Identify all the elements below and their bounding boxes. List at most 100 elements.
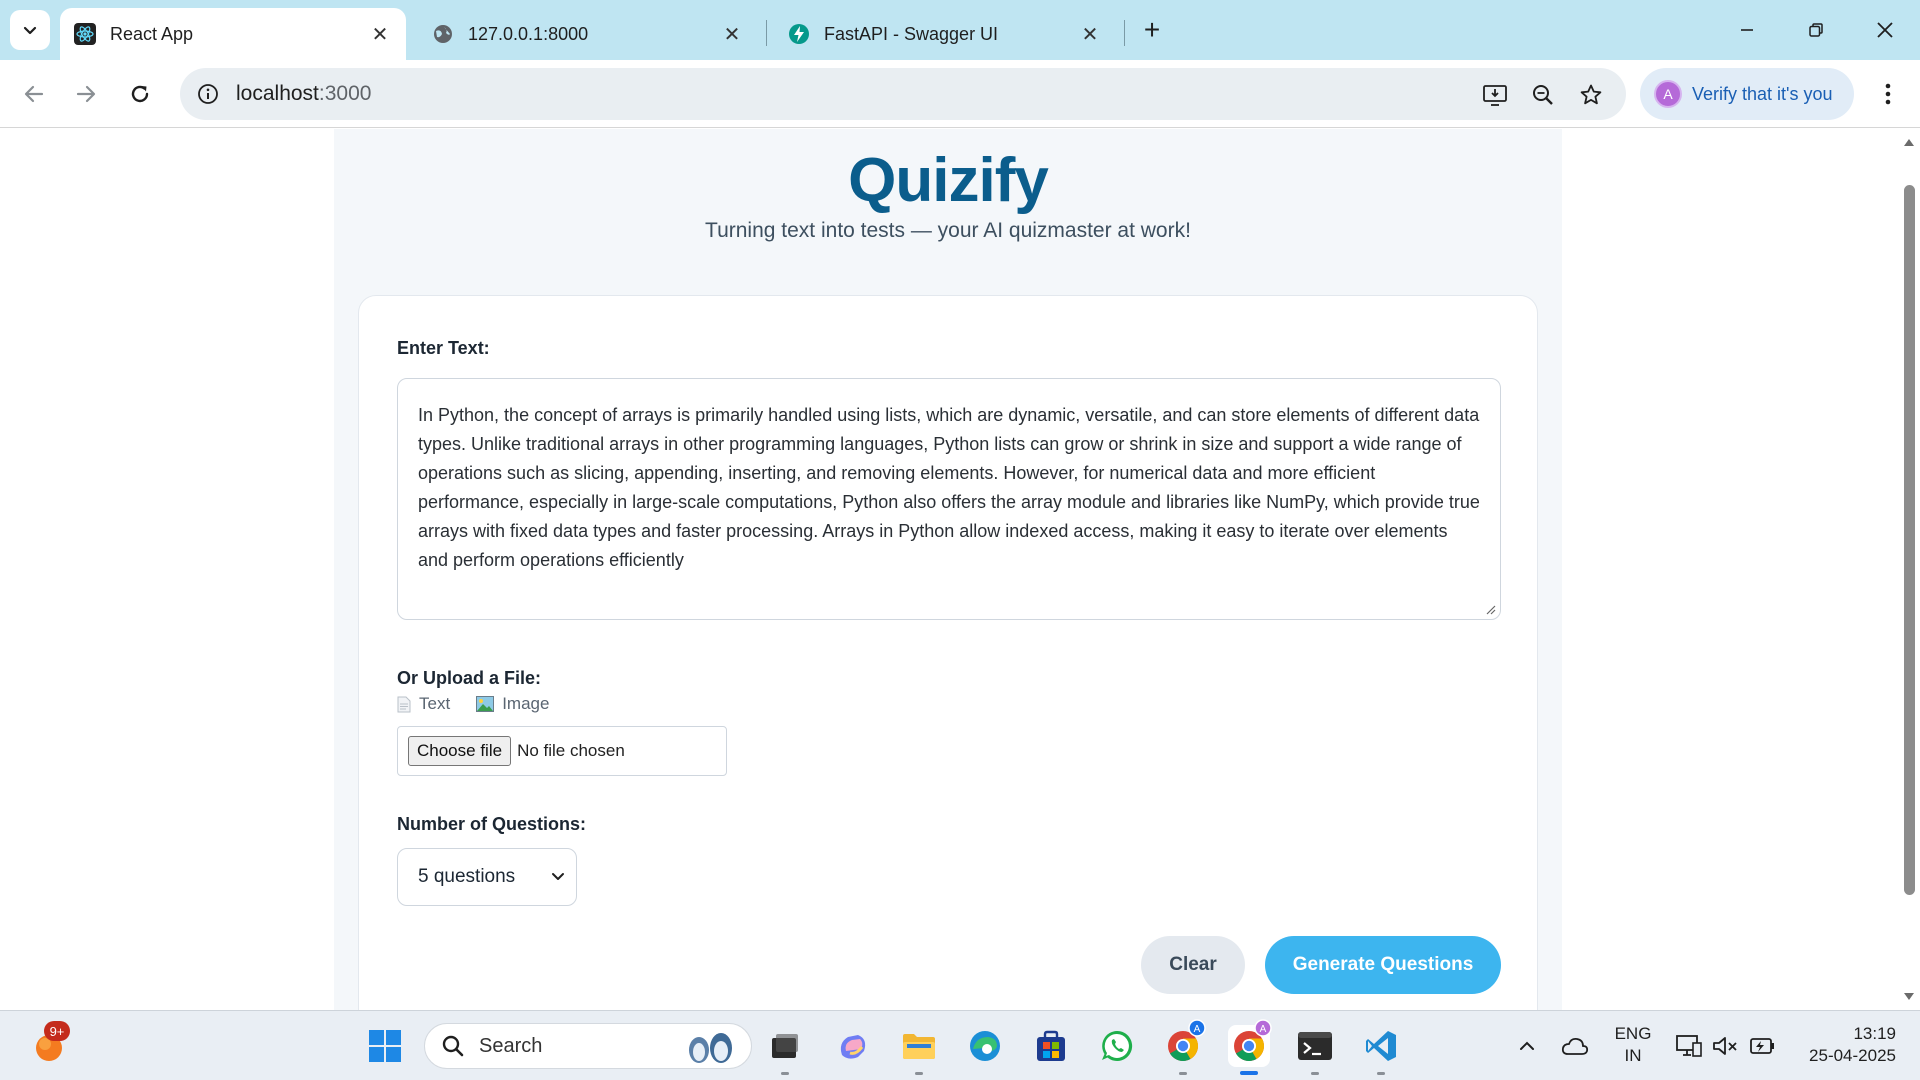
minimize-button[interactable] <box>1724 10 1770 50</box>
whatsapp-icon <box>1102 1030 1133 1061</box>
resize-grip-icon[interactable] <box>1484 603 1496 615</box>
scroll-down-arrow-icon[interactable] <box>1903 992 1915 1002</box>
arrow-right-icon <box>76 85 96 103</box>
tab-search-button[interactable] <box>10 10 50 50</box>
generate-questions-button[interactable]: Generate Questions <box>1265 936 1501 994</box>
back-button[interactable] <box>14 74 54 114</box>
taskbar-task-view[interactable] <box>764 1025 806 1075</box>
close-icon <box>1877 22 1893 38</box>
address-url[interactable]: localhost:3000 <box>236 82 371 106</box>
restore-icon <box>1809 23 1823 37</box>
tab-separator <box>766 20 767 46</box>
question-count-value: 5 questions <box>418 866 516 887</box>
page-scrollbar[interactable] <box>1898 129 1920 1010</box>
battery-charging-icon <box>1750 1038 1774 1054</box>
taskbar-vscode[interactable] <box>1360 1025 1402 1075</box>
upload-type-text: Text <box>397 694 450 714</box>
choose-file-button[interactable]: Choose file <box>408 736 512 766</box>
clock[interactable]: 13:19 25-04-2025 <box>1790 1023 1896 1067</box>
scroll-up-arrow-icon[interactable] <box>1903 137 1915 147</box>
region-code: IN <box>1624 1046 1642 1065</box>
chevron-down-icon <box>23 26 37 35</box>
search-icon <box>442 1035 464 1057</box>
kebab-menu-icon <box>1885 83 1891 105</box>
url-host: localhost <box>236 82 319 105</box>
taskbar-copilot[interactable] <box>832 1025 874 1067</box>
react-favicon-icon <box>74 23 96 45</box>
tab-react-app[interactable]: React App ✕ <box>60 8 406 60</box>
close-tab-icon[interactable]: ✕ <box>1078 22 1102 46</box>
tab-title: 127.0.0.1:8000 <box>468 23 589 44</box>
taskbar-search[interactable]: Search <box>424 1023 752 1069</box>
arrow-left-icon <box>24 85 44 103</box>
tab-swagger-ui[interactable]: FastAPI - Swagger UI ✕ <box>774 8 1116 60</box>
address-bar[interactable]: localhost:3000 <box>180 68 1626 120</box>
tab-localhost-8000[interactable]: 127.0.0.1:8000 ✕ <box>418 8 758 60</box>
file-upload-input[interactable]: Choose file No file chosen <box>397 726 727 776</box>
site-info-icon[interactable] <box>194 80 222 108</box>
taskbar-edge[interactable] <box>964 1025 1006 1067</box>
picture-icon <box>476 696 495 712</box>
tab-separator <box>1124 20 1125 46</box>
document-icon <box>397 696 411 712</box>
cloud-icon <box>1561 1037 1589 1055</box>
reload-button[interactable] <box>120 74 160 114</box>
close-tab-icon[interactable]: ✕ <box>368 22 392 46</box>
upload-label: Or Upload a File: <box>397 668 542 688</box>
upload-type-image: Image <box>476 694 549 714</box>
clock-date: 25-04-2025 <box>1809 1046 1896 1065</box>
app-title: Quizify <box>848 146 1049 215</box>
copilot-icon <box>840 1035 866 1059</box>
app-container: Quizify Turning text into tests — your A… <box>334 129 1562 1010</box>
globe-icon <box>432 23 454 45</box>
new-tab-button[interactable]: + <box>1136 14 1168 46</box>
page-viewport: Quizify Turning text into tests — your A… <box>0 129 1898 1010</box>
browser-tab-strip: React App ✕ 127.0.0.1:8000 ✕ FastAPI - S… <box>0 0 1920 60</box>
url-port: :3000 <box>318 82 372 105</box>
reload-icon <box>131 85 149 103</box>
quiz-form-card: Enter Text: In Python, the concept of ar… <box>358 295 1538 1010</box>
tray-battery[interactable] <box>1740 1025 1782 1067</box>
zoom-icon[interactable] <box>1528 80 1558 110</box>
taskbar-file-explorer[interactable] <box>898 1025 940 1075</box>
taskbar-terminal[interactable] <box>1294 1025 1336 1075</box>
profile-verify-chip[interactable]: A Verify that it's you <box>1640 68 1854 120</box>
tray-overflow-button[interactable] <box>1506 1025 1548 1067</box>
profile-badge-icon: A <box>1254 1019 1272 1037</box>
folder-icon <box>903 1034 935 1059</box>
text-input-area[interactable]: In Python, the concept of arrays is prim… <box>397 378 1501 620</box>
app-tagline: Turning text into tests — your AI quizma… <box>705 219 1191 242</box>
start-button[interactable] <box>364 1025 406 1067</box>
install-app-icon[interactable] <box>1480 80 1510 110</box>
clear-button[interactable]: Clear <box>1141 936 1245 994</box>
windows-logo-icon <box>369 1030 401 1062</box>
language-indicator[interactable]: ENG IN <box>1608 1023 1658 1067</box>
close-tab-icon[interactable]: ✕ <box>720 22 744 46</box>
windows-taskbar: 9+ Search A A ENG IN 13:19 25-04-2025 <box>0 1010 1920 1080</box>
task-view-icon <box>772 1034 798 1058</box>
scrollbar-thumb[interactable] <box>1904 185 1915 895</box>
vscode-icon <box>1366 1031 1396 1061</box>
tray-onedrive[interactable] <box>1554 1025 1596 1067</box>
restore-button[interactable] <box>1793 10 1839 50</box>
taskbar-chrome-profile-2[interactable]: A <box>1228 1019 1272 1075</box>
close-window-button[interactable] <box>1862 10 1908 50</box>
network-icon <box>1676 1035 1702 1057</box>
taskbar-whatsapp[interactable] <box>1096 1025 1138 1067</box>
store-icon <box>1037 1030 1065 1061</box>
questions-label: Number of Questions: <box>397 814 587 834</box>
question-count-select[interactable]: 5 questions <box>397 848 577 906</box>
taskbar-chrome-profile-1[interactable]: A <box>1162 1019 1206 1075</box>
search-placeholder: Search <box>479 1034 543 1057</box>
forward-button[interactable] <box>66 74 106 114</box>
upload-type-label: Text <box>419 694 451 713</box>
taskbar-store[interactable] <box>1030 1025 1072 1067</box>
text-input-value: In Python, the concept of arrays is prim… <box>418 405 1480 570</box>
language-code: ENG <box>1614 1024 1652 1043</box>
terminal-icon <box>1298 1032 1332 1060</box>
browser-menu-button[interactable] <box>1868 74 1908 114</box>
weather-widget[interactable]: 9+ <box>28 1021 70 1067</box>
chevron-up-icon <box>1520 1041 1534 1050</box>
bookmark-star-icon[interactable] <box>1576 80 1606 110</box>
browser-toolbar: localhost:3000 A Verify that it's you <box>0 60 1920 128</box>
